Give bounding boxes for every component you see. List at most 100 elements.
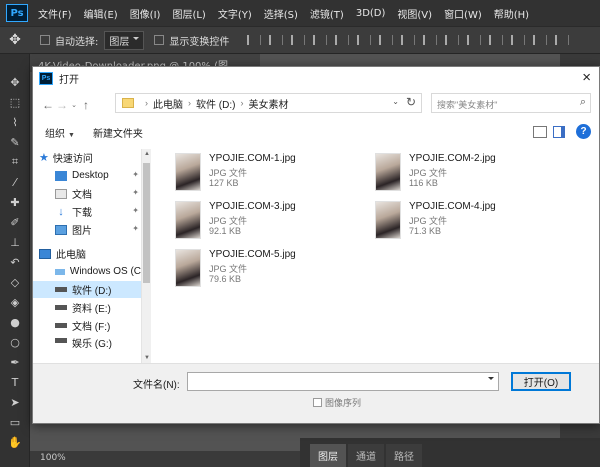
nav-quick-access[interactable]: ★ 快速访问 [33,149,141,166]
align-icon[interactable] [379,35,394,45]
image-sequence-checkbox[interactable] [313,398,322,407]
path-select-icon[interactable]: ➤ [0,392,30,412]
menu-image[interactable]: 图像(I) [130,6,161,21]
menu-filter[interactable]: 滤镜(T) [310,6,344,21]
menu-edit[interactable]: 编辑(E) [84,6,118,21]
scroll-thumb[interactable] [143,163,150,283]
menu-type[interactable]: 文字(Y) [218,6,252,21]
menu-layer[interactable]: 图层(L) [172,6,205,21]
hand-tool-icon[interactable]: ✋ [0,432,30,452]
move-tool-icon[interactable]: ✥ [0,72,30,92]
breadcrumb-drive-d[interactable]: 软件 (D:) [196,96,235,111]
breadcrumb-folder[interactable]: 美女素材 [248,96,288,111]
close-icon[interactable]: × [582,69,591,86]
blur-tool-icon[interactable]: ● [0,312,30,332]
align-icon[interactable] [247,35,262,45]
new-folder-button[interactable]: 新建文件夹 [93,125,143,140]
crop-tool-icon[interactable]: ⌗ [0,152,30,172]
align-icon[interactable] [401,35,416,45]
nav-this-pc[interactable]: 此电脑 [33,245,141,262]
recent-dropdown-icon[interactable]: ⌄ [69,101,79,109]
align-icon[interactable] [423,35,438,45]
pin-icon: ✦ [132,188,139,197]
type-tool-icon[interactable]: T [0,372,30,392]
pin-icon: ✦ [132,206,139,215]
chevron-down-icon[interactable]: ⌄ [392,97,399,106]
menu-select[interactable]: 选择(S) [264,6,298,21]
breadcrumb-this-pc[interactable]: 此电脑 [153,96,183,111]
open-file-dialog: Ps 打开 × ← → ⌄ ↑ › 此电脑 › 软件 (D:) › 美女素材 ⌄… [32,66,600,424]
nav-drive-f[interactable]: 文档 (F:) [33,317,141,334]
help-icon[interactable]: ? [576,124,591,139]
scroll-down-icon[interactable]: ▼ [144,355,150,361]
rectangle-tool-icon[interactable]: ▭ [0,412,30,432]
chevron-right-icon[interactable]: › [145,98,148,108]
marquee-tool-icon[interactable]: ⬚ [0,92,30,112]
command-bar: 组织 ▼ 新建文件夹 ? [33,121,599,143]
nav-drive-c[interactable]: Windows OS (C [33,263,141,280]
nav-scrollbar[interactable]: ▲ ▼ [141,149,151,363]
address-bar[interactable]: › 此电脑 › 软件 (D:) › 美女素材 ⌄ ↻ [115,93,422,113]
paint-bucket-icon[interactable]: ◈ [0,292,30,312]
file-item[interactable]: YPOJIE.COM-1.jpg JPG 文件 127 KB [175,153,375,197]
eyedropper-tool-icon[interactable]: ⁄ [0,172,30,192]
tab-channels[interactable]: 通道 [348,444,384,467]
healing-brush-icon[interactable]: ✚ [0,192,30,212]
auto-select-checkbox[interactable] [40,35,50,45]
align-icon[interactable] [313,35,328,45]
align-icon[interactable] [555,35,570,45]
preview-pane-icon[interactable] [553,126,565,138]
align-icon[interactable] [489,35,504,45]
align-icon[interactable] [511,35,526,45]
menu-file[interactable]: 文件(F) [38,6,72,21]
show-transform-checkbox[interactable] [154,35,165,45]
chevron-right-icon[interactable]: › [188,98,191,108]
align-icon[interactable] [467,35,482,45]
menu-window[interactable]: 窗口(W) [444,6,482,21]
view-options-icon[interactable] [533,126,547,138]
eraser-tool-icon[interactable]: ◇ [0,272,30,292]
auto-select-dropdown[interactable]: 图层 [104,30,145,50]
align-icon[interactable] [335,35,350,45]
refresh-icon[interactable]: ↻ [406,95,416,109]
align-icon[interactable] [357,35,372,45]
stamp-tool-icon[interactable]: ⊥ [0,232,30,252]
back-arrow-icon[interactable]: ← [41,98,55,112]
menu-3d[interactable]: 3D(D) [356,8,386,19]
tab-paths[interactable]: 路径 [386,444,422,467]
move-tool-icon[interactable]: ✥ [0,32,30,48]
align-icon[interactable] [445,35,460,45]
search-input[interactable]: 搜索"美女素材" ⌕ [431,93,591,113]
filename-input[interactable] [187,372,499,391]
nav-downloads[interactable]: ↓ 下载 ✦ [33,203,141,220]
quick-select-tool-icon[interactable]: ✎ [0,132,30,152]
nav-drive-d[interactable]: 软件 (D:) [33,281,141,298]
align-icon[interactable] [269,35,284,45]
lasso-tool-icon[interactable]: ⌇ [0,112,30,132]
menu-view[interactable]: 视图(V) [397,6,432,21]
align-icon[interactable] [291,35,306,45]
organize-button[interactable]: 组织 ▼ [45,125,75,140]
menu-help[interactable]: 帮助(H) [494,6,529,21]
nav-drive-e[interactable]: 资料 (E:) [33,299,141,316]
nav-desktop[interactable]: Desktop ✦ [33,167,141,184]
brush-tool-icon[interactable]: ✐ [0,212,30,232]
open-button[interactable]: 打开(O) [511,372,571,391]
align-icon[interactable] [533,35,548,45]
pen-tool-icon[interactable]: ✒ [0,352,30,372]
history-brush-icon[interactable]: ↶ [0,252,30,272]
file-item[interactable]: YPOJIE.COM-4.jpg JPG 文件 71.3 KB [375,201,575,245]
chevron-down-icon[interactable] [488,377,494,383]
file-item[interactable]: YPOJIE.COM-2.jpg JPG 文件 116 KB [375,153,575,197]
nav-pictures[interactable]: 图片 ✦ [33,221,141,238]
up-arrow-icon[interactable]: ↑ [79,98,93,112]
forward-arrow-icon[interactable]: → [55,98,69,112]
file-item[interactable]: YPOJIE.COM-5.jpg JPG 文件 79.6 KB [175,249,375,293]
tab-layers[interactable]: 图层 [310,444,346,467]
scroll-up-icon[interactable]: ▲ [144,151,150,157]
chevron-right-icon[interactable]: › [240,98,243,108]
file-item[interactable]: YPOJIE.COM-3.jpg JPG 文件 92.1 KB [175,201,375,245]
nav-drive-g[interactable]: 娱乐 (G:) [33,335,141,349]
nav-documents[interactable]: 文档 ✦ [33,185,141,202]
dodge-tool-icon[interactable]: ○ [0,332,30,352]
